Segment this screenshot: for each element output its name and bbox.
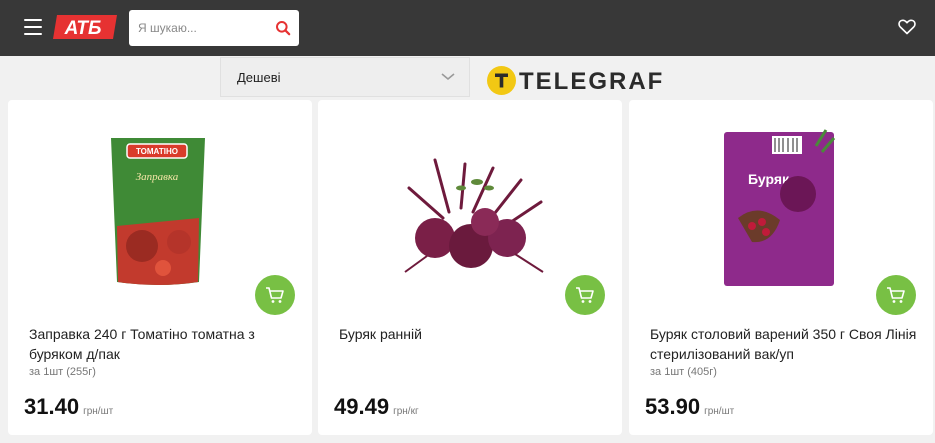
product-card[interactable]: Буряк Буряк столовий варений 350 г Своя … [629,100,933,435]
search-input[interactable] [129,10,269,46]
menu-icon[interactable] [24,19,42,35]
product-price: 31.40 грн/шт [24,394,114,419]
product-image-boiled-beet[interactable]: Буряк [676,122,886,302]
chevron-down-icon [441,73,455,81]
top-bar: АТБ [0,0,935,56]
product-image-beetroot[interactable] [365,122,575,302]
cart-icon [576,287,594,303]
product-card[interactable]: Буряк ранній 49.49 грн/кг [318,100,622,435]
product-unit-note: за 1шт (405г) [650,366,717,378]
search-box [129,10,299,46]
product-unit-note: за 1шт (255г) [29,366,96,378]
svg-text:ТОМАТІНО: ТОМАТІНО [136,147,178,156]
cart-icon [887,287,905,303]
cart-icon [266,287,284,303]
sort-dropdown[interactable]: Дешеві [220,57,470,97]
telegraf-logo-icon [487,66,516,95]
product-price: 49.49 грн/кг [334,394,419,419]
logo-text: АТБ [64,18,102,39]
price-unit: грн/шт [704,406,735,417]
product-price: 53.90 грн/шт [645,394,735,419]
atb-logo[interactable]: АТБ [53,15,117,39]
product-title[interactable]: Заправка 240 г Томатіно томатна з буряко… [29,324,299,364]
add-to-cart-button[interactable] [876,275,916,315]
search-icon[interactable] [275,20,291,36]
add-to-cart-button[interactable] [565,275,605,315]
sort-selected-label: Дешеві [237,70,281,85]
product-card[interactable]: ТОМАТІНО Заправка Заправка 240 г Томатін… [8,100,312,435]
telegraf-wordmark: TELEGRAF [519,68,665,95]
svg-text:Заправка: Заправка [136,171,179,183]
add-to-cart-button[interactable] [255,275,295,315]
price-unit: грн/кг [393,406,419,417]
product-title[interactable]: Буряк ранній [339,324,609,344]
product-image-tomatino[interactable]: ТОМАТІНО Заправка [55,122,265,302]
price-unit: грн/шт [83,406,114,417]
product-title[interactable]: Буряк столовий варений 350 г Своя Лінія … [650,324,920,364]
heart-icon[interactable] [898,19,916,35]
